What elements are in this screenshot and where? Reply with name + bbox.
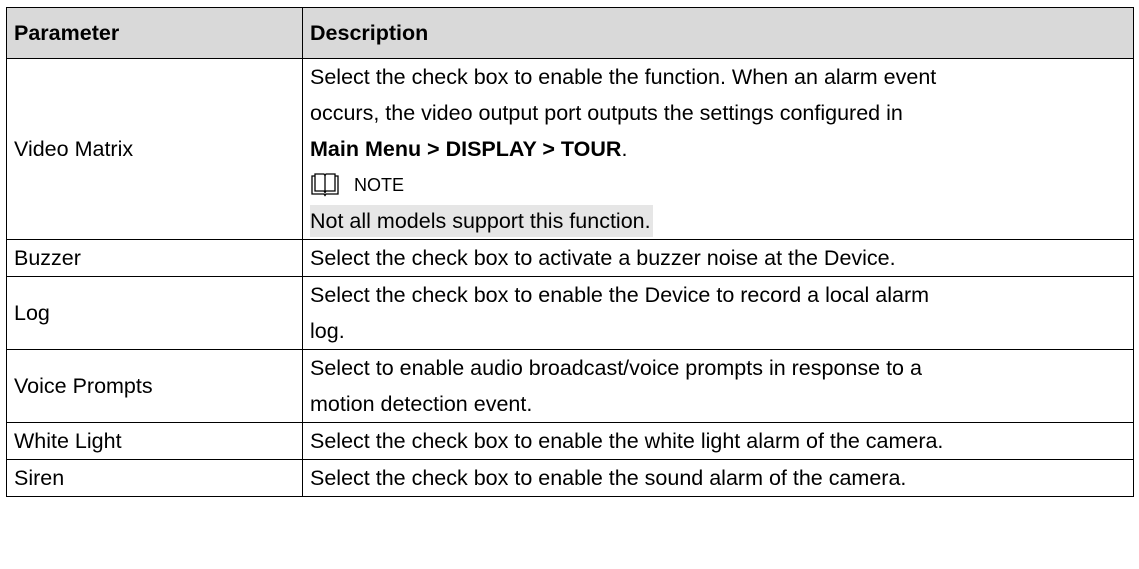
desc-cell: Select to enable audio broadcast/voice p… xyxy=(302,349,1134,423)
table-header-row: Parameter Description xyxy=(6,7,1134,59)
note-label: NOTE xyxy=(354,175,405,195)
table-row: White Light Select the check box to enab… xyxy=(6,422,1134,460)
desc-line: motion detection event. xyxy=(310,392,533,416)
note-heading: NOTE xyxy=(310,167,1133,203)
param-cell: White Light xyxy=(6,422,303,460)
table-row: Voice Prompts Select to enable audio bro… xyxy=(6,349,1134,423)
header-parameter: Parameter xyxy=(6,7,303,59)
param-cell: Buzzer xyxy=(6,239,303,277)
table-row: Buzzer Select the check box to activate … xyxy=(6,239,1134,277)
parameter-table: Parameter Description Video Matrix Selec… xyxy=(6,7,1134,497)
param-video-matrix: Video Matrix xyxy=(6,58,303,240)
note-text: Not all models support this function. xyxy=(310,205,653,237)
desc-cell: Select the check box to activate a buzze… xyxy=(302,239,1134,277)
period: . xyxy=(621,137,628,161)
desc-cell: Select the check box to enable the Devic… xyxy=(302,276,1134,350)
menu-path-line: Main Menu > DISPLAY > TOUR. xyxy=(310,131,1133,167)
param-cell: Log xyxy=(6,276,303,350)
desc-cell: Select the check box to enable the white… xyxy=(302,422,1134,460)
note-text-line: Not all models support this function. xyxy=(310,203,1133,239)
menu-path: Main Menu > DISPLAY > TOUR xyxy=(310,137,622,161)
header-description: Description xyxy=(302,7,1134,59)
table-row: Log Select the check box to enable the D… xyxy=(6,276,1134,350)
book-icon xyxy=(311,173,339,197)
desc-video-matrix: Select the check box to enable the funct… xyxy=(302,58,1134,240)
param-cell: Voice Prompts xyxy=(6,349,303,423)
desc-cell: Select the check box to enable the sound… xyxy=(302,459,1134,497)
desc-line: Select the check box to enable the Devic… xyxy=(310,283,930,307)
param-cell: Siren xyxy=(6,459,303,497)
desc-line: Select the check box to enable the funct… xyxy=(310,65,937,89)
desc-line: occurs, the video output port outputs th… xyxy=(310,101,903,125)
desc-line: log. xyxy=(310,319,345,343)
table-row: Siren Select the check box to enable the… xyxy=(6,459,1134,497)
desc-line: Select to enable audio broadcast/voice p… xyxy=(310,356,922,380)
table-row: Video Matrix Select the check box to ena… xyxy=(6,58,1134,240)
